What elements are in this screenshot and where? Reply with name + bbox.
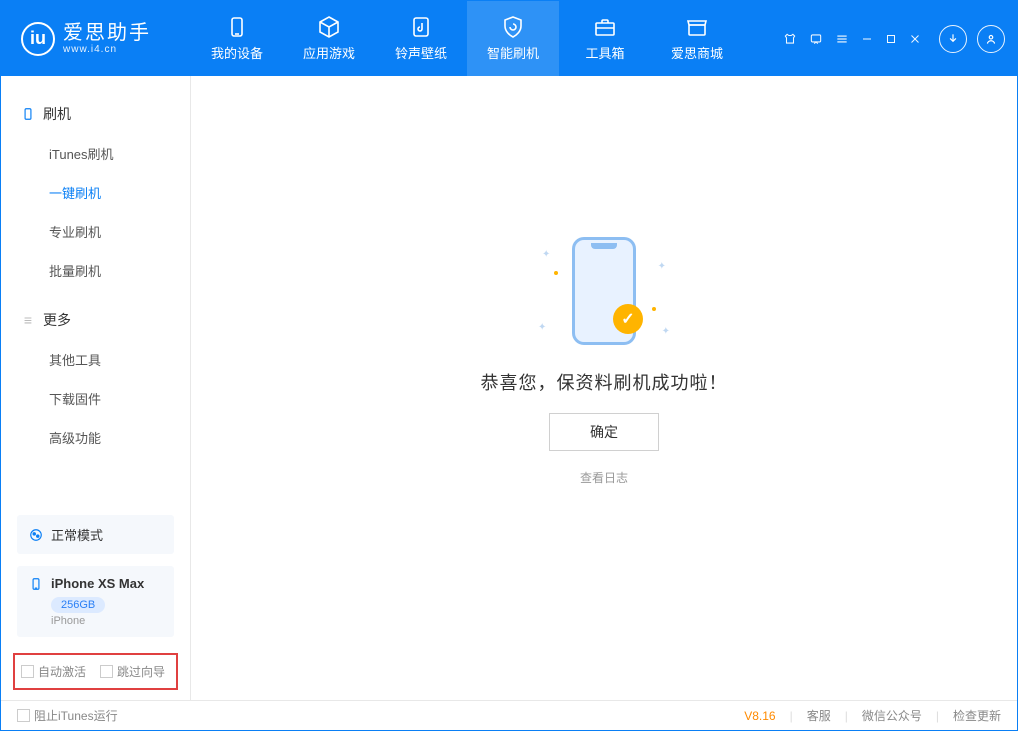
checkbox-box [17,709,30,722]
nav-label: 爱思商城 [671,43,723,62]
mode-box[interactable]: 正常模式 [17,515,174,554]
list-icon: ≡ [21,313,35,327]
sidebar-item-itunes-flash[interactable]: iTunes刷机 [1,134,190,173]
sidebar-item-advanced[interactable]: 高级功能 [1,418,190,457]
nav-tab-my-device[interactable]: 我的设备 [191,1,283,76]
header-bar: iu 爱思助手 www.i4.cn 我的设备 应用游戏 铃声壁纸 智能刷机 工具… [1,1,1017,76]
shield-refresh-icon [501,15,525,39]
device-box[interactable]: iPhone XS Max 256GB iPhone [17,566,174,637]
checkbox-skip-guide[interactable]: 跳过向导 [100,663,165,680]
dot-icon [652,307,656,311]
logo-icon: iu [21,22,55,56]
sidebar-item-batch-flash[interactable]: 批量刷机 [1,251,190,290]
sidebar-section-flash: 刷机 [1,94,190,134]
logo-sub: www.i4.cn [63,44,151,55]
sparkle-icon: ✦ [542,249,550,260]
checkbox-label: 阻止iTunes运行 [34,707,118,724]
section-label: 刷机 [43,104,71,124]
device-name-row: iPhone XS Max [29,576,162,591]
check-badge-icon: ✓ [613,304,643,334]
footer-link-support[interactable]: 客服 [807,707,831,724]
device-icon [225,15,249,39]
checkbox-auto-activate[interactable]: 自动激活 [21,663,86,680]
footer-link-update[interactable]: 检查更新 [953,707,1001,724]
checkbox-row-highlighted: 自动激活 跳过向导 [13,653,178,690]
sparkle-icon: ✦ [538,322,546,333]
content-area: ✦ ✦ ✦ ✦ ✓ 恭喜您，保资料刷机成功啦！ 确定 查看日志 [191,76,1017,700]
success-illustration: ✦ ✦ ✦ ✦ ✓ [514,231,694,351]
dot-icon [554,271,558,275]
nav-tabs: 我的设备 应用游戏 铃声壁纸 智能刷机 工具箱 爱思商城 [191,1,743,76]
nav-tab-store[interactable]: 爱思商城 [651,1,743,76]
device-phone-icon [29,577,43,591]
logo-text: 爱思助手 www.i4.cn [63,22,151,55]
header-right [783,25,1005,53]
phone-icon [21,107,35,121]
feedback-icon[interactable] [809,32,823,46]
cube-icon [317,15,341,39]
nav-tab-smart-flash[interactable]: 智能刷机 [467,1,559,76]
download-button[interactable] [939,25,967,53]
window-controls [783,32,921,46]
footer-bar: 阻止iTunes运行 V8.16 | 客服 | 微信公众号 | 检查更新 [1,700,1017,730]
nav-label: 智能刷机 [487,43,539,62]
view-log-link[interactable]: 查看日志 [580,469,628,486]
nav-label: 我的设备 [211,43,263,62]
sidebar-item-download-firmware[interactable]: 下载固件 [1,379,190,418]
checkbox-label: 自动激活 [38,663,86,680]
storage-badge: 256GB [51,597,105,613]
user-button[interactable] [977,25,1005,53]
nav-tab-ringtone-wallpaper[interactable]: 铃声壁纸 [375,1,467,76]
music-file-icon [409,15,433,39]
mode-icon [29,528,43,542]
menu-icon[interactable] [835,32,849,46]
checkbox-box [21,665,34,678]
device-name: iPhone XS Max [51,576,144,591]
minimize-icon[interactable] [861,33,873,45]
main-area: 刷机 iTunes刷机 一键刷机 专业刷机 批量刷机 ≡ 更多 其他工具 下载固… [1,76,1017,700]
sidebar-item-pro-flash[interactable]: 专业刷机 [1,212,190,251]
success-message: 恭喜您，保资料刷机成功啦！ [481,369,728,395]
close-icon[interactable] [909,33,921,45]
divider: | [790,709,793,723]
logo-title: 爱思助手 [63,22,151,44]
section-label: 更多 [43,310,71,330]
checkbox-block-itunes[interactable]: 阻止iTunes运行 [17,707,118,724]
ok-button[interactable]: 确定 [549,413,659,451]
mode-label: 正常模式 [51,525,103,544]
nav-tab-apps-games[interactable]: 应用游戏 [283,1,375,76]
sparkle-icon: ✦ [662,326,670,337]
phone-illus-body: ✓ [572,237,636,345]
device-type: iPhone [51,615,162,627]
divider: | [845,709,848,723]
checkbox-box [100,665,113,678]
nav-label: 工具箱 [585,43,624,62]
shirt-icon[interactable] [783,32,797,46]
footer-link-wechat[interactable]: 微信公众号 [862,707,922,724]
sidebar-section-more: ≡ 更多 [1,300,190,340]
maximize-icon[interactable] [885,33,897,45]
sidebar-item-oneclick-flash[interactable]: 一键刷机 [1,173,190,212]
nav-tab-toolbox[interactable]: 工具箱 [559,1,651,76]
sidebar: 刷机 iTunes刷机 一键刷机 专业刷机 批量刷机 ≡ 更多 其他工具 下载固… [1,76,191,700]
sparkle-icon: ✦ [658,261,666,272]
sidebar-item-other-tools[interactable]: 其他工具 [1,340,190,379]
store-icon [685,15,709,39]
nav-label: 铃声壁纸 [395,43,447,62]
version-label: V8.16 [744,709,775,723]
footer-right: V8.16 | 客服 | 微信公众号 | 检查更新 [744,707,1001,724]
divider: | [936,709,939,723]
logo-block[interactable]: iu 爱思助手 www.i4.cn [21,22,191,56]
phone-notch [591,243,617,249]
nav-label: 应用游戏 [303,43,355,62]
checkbox-label: 跳过向导 [117,663,165,680]
toolbox-icon [593,15,617,39]
